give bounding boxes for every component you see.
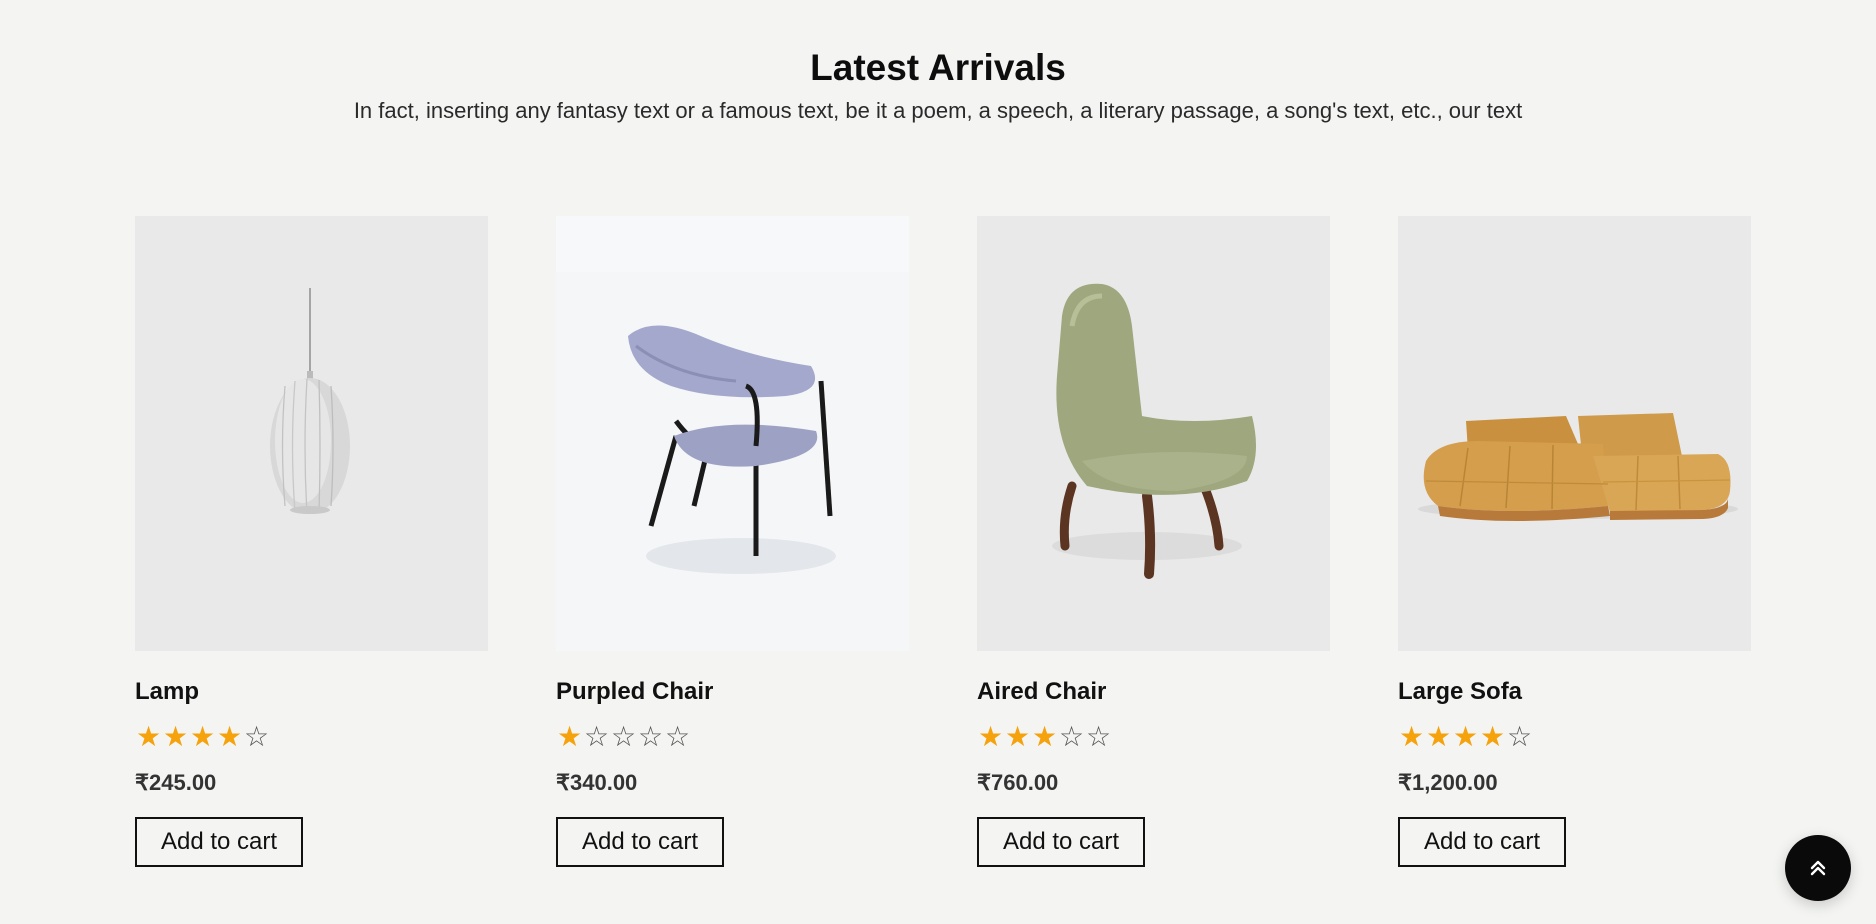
product-price: ₹245.00 (135, 770, 217, 795)
star-empty-icon: ☆ (243, 721, 270, 752)
star-filled-icon: ★ (135, 721, 162, 752)
star-filled-icon: ★ (1452, 721, 1479, 752)
star-rating: ★ ★ ★ ★ ☆ (135, 722, 488, 752)
add-to-cart-button[interactable]: Add to cart (556, 817, 725, 867)
star-filled-icon: ★ (1425, 721, 1452, 752)
pendant-lamp-image (270, 288, 350, 515)
star-filled-icon: ★ (1398, 721, 1425, 752)
add-to-cart-button[interactable]: Add to cart (135, 817, 304, 867)
section-subtitle: In fact, inserting any fantasy text or a… (353, 98, 1523, 123)
star-empty-icon: ☆ (1085, 721, 1112, 752)
star-filled-icon: ★ (556, 721, 583, 752)
star-empty-icon: ☆ (637, 721, 664, 752)
star-filled-icon: ★ (1031, 721, 1058, 752)
product-price: ₹340.00 (556, 770, 638, 795)
product-image-lamp[interactable] (135, 216, 488, 651)
product-image-large-sofa[interactable] (1398, 216, 1751, 651)
product-name[interactable]: Lamp (135, 677, 488, 707)
product-price: ₹760.00 (977, 770, 1059, 795)
section-title: Latest Arrivals (810, 47, 1066, 88)
product-grid: Lamp ★ ★ ★ ★ ☆ ₹245.00 Add to cart Purpl… (135, 216, 1753, 867)
product-image-purpled-chair[interactable] (556, 216, 909, 651)
star-empty-icon: ☆ (583, 721, 610, 752)
product-image-aired-chair[interactable] (977, 216, 1330, 651)
star-rating: ★ ★ ★ ☆ ☆ (977, 722, 1330, 752)
star-rating: ★ ★ ★ ★ ☆ (1398, 722, 1751, 752)
star-rating: ★ ☆ ☆ ☆ ☆ (556, 722, 909, 752)
star-filled-icon: ★ (162, 721, 189, 752)
add-to-cart-button[interactable]: Add to cart (977, 817, 1146, 867)
star-empty-icon: ☆ (1506, 721, 1533, 752)
add-to-cart-button[interactable]: Add to cart (1398, 817, 1567, 867)
star-filled-icon: ★ (1479, 721, 1506, 752)
product-name[interactable]: Purpled Chair (556, 677, 909, 707)
star-empty-icon: ☆ (1058, 721, 1085, 752)
product-card-lamp: Lamp ★ ★ ★ ★ ☆ ₹245.00 Add to cart (135, 216, 488, 867)
double-chevron-up-icon (1810, 860, 1826, 876)
star-empty-icon: ☆ (664, 721, 691, 752)
star-filled-icon: ★ (189, 721, 216, 752)
star-filled-icon: ★ (977, 721, 1004, 752)
orange-sofa-image (1418, 413, 1738, 521)
purple-chair-image (556, 272, 909, 651)
star-empty-icon: ☆ (610, 721, 637, 752)
star-filled-icon: ★ (216, 721, 243, 752)
product-name[interactable]: Large Sofa (1398, 677, 1751, 707)
back-to-top-button[interactable] (1785, 835, 1851, 901)
product-name[interactable]: Aired Chair (977, 677, 1330, 707)
product-price: ₹1,200.00 (1398, 770, 1498, 795)
latest-arrivals-page: Latest Arrivals In fact, inserting any f… (0, 0, 1876, 924)
product-card-aired-chair: Aired Chair ★ ★ ★ ☆ ☆ ₹760.00 Add to cart (977, 216, 1330, 867)
product-card-large-sofa: Large Sofa ★ ★ ★ ★ ☆ ₹1,200.00 Add to cart (1398, 216, 1751, 867)
product-card-purpled-chair: Purpled Chair ★ ☆ ☆ ☆ ☆ ₹340.00 Add to cart (556, 216, 909, 867)
section-header: Latest Arrivals In fact, inserting any f… (0, 44, 1876, 128)
star-filled-icon: ★ (1004, 721, 1031, 752)
green-armchair-image (1052, 283, 1256, 579)
